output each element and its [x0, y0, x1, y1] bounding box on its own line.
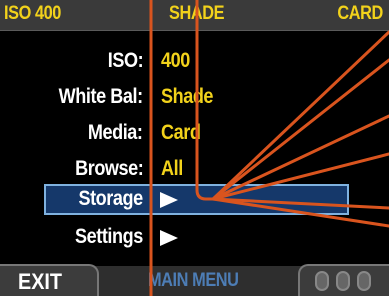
status-iso: ISO 400 — [4, 3, 61, 24]
status-bar: ISO 400 SHADE CARD — [0, 0, 389, 31]
exit-button[interactable]: EXIT — [0, 264, 99, 296]
menu-item-value: Shade — [161, 85, 214, 108]
menu-item-storage[interactable]: Storage — [0, 184, 389, 218]
scroll-wheel-icon — [315, 271, 329, 291]
menu-item-label: White Bal: — [59, 85, 143, 108]
exit-label: EXIT — [18, 269, 63, 294]
scroll-wheel-button[interactable] — [298, 264, 389, 296]
menu-item-label: Browse: — [74, 157, 144, 180]
status-white-balance: SHADE — [169, 3, 225, 24]
menu-item-settings[interactable]: Settings — [0, 221, 389, 255]
menu-item-value: Card — [161, 121, 201, 144]
scroll-wheel-icon — [336, 271, 350, 291]
submenu-arrow-icon — [160, 230, 178, 246]
menu-item-iso[interactable]: ISO: 400 — [0, 45, 389, 79]
menu-item-label: Storage — [78, 187, 144, 210]
menu-item-value: 400 — [161, 49, 190, 72]
menu-item-label: Settings — [75, 225, 143, 248]
camera-menu-screen: ISO 400 SHADE CARD ISO: 400 White Bal: S… — [0, 0, 389, 296]
menu-item-white-balance[interactable]: White Bal: Shade — [0, 81, 389, 115]
menu-item-label: Media: — [88, 121, 143, 144]
menu-item-browse[interactable]: Browse: All — [0, 153, 389, 187]
submenu-arrow-icon — [160, 192, 178, 208]
menu-item-media[interactable]: Media: Card — [0, 117, 389, 151]
menu-title: MAIN MENU — [148, 270, 239, 291]
scroll-wheel-icon — [357, 271, 371, 291]
status-media: CARD — [337, 3, 384, 24]
menu-item-value: All — [161, 157, 183, 180]
menu-item-label: ISO: — [107, 49, 144, 72]
